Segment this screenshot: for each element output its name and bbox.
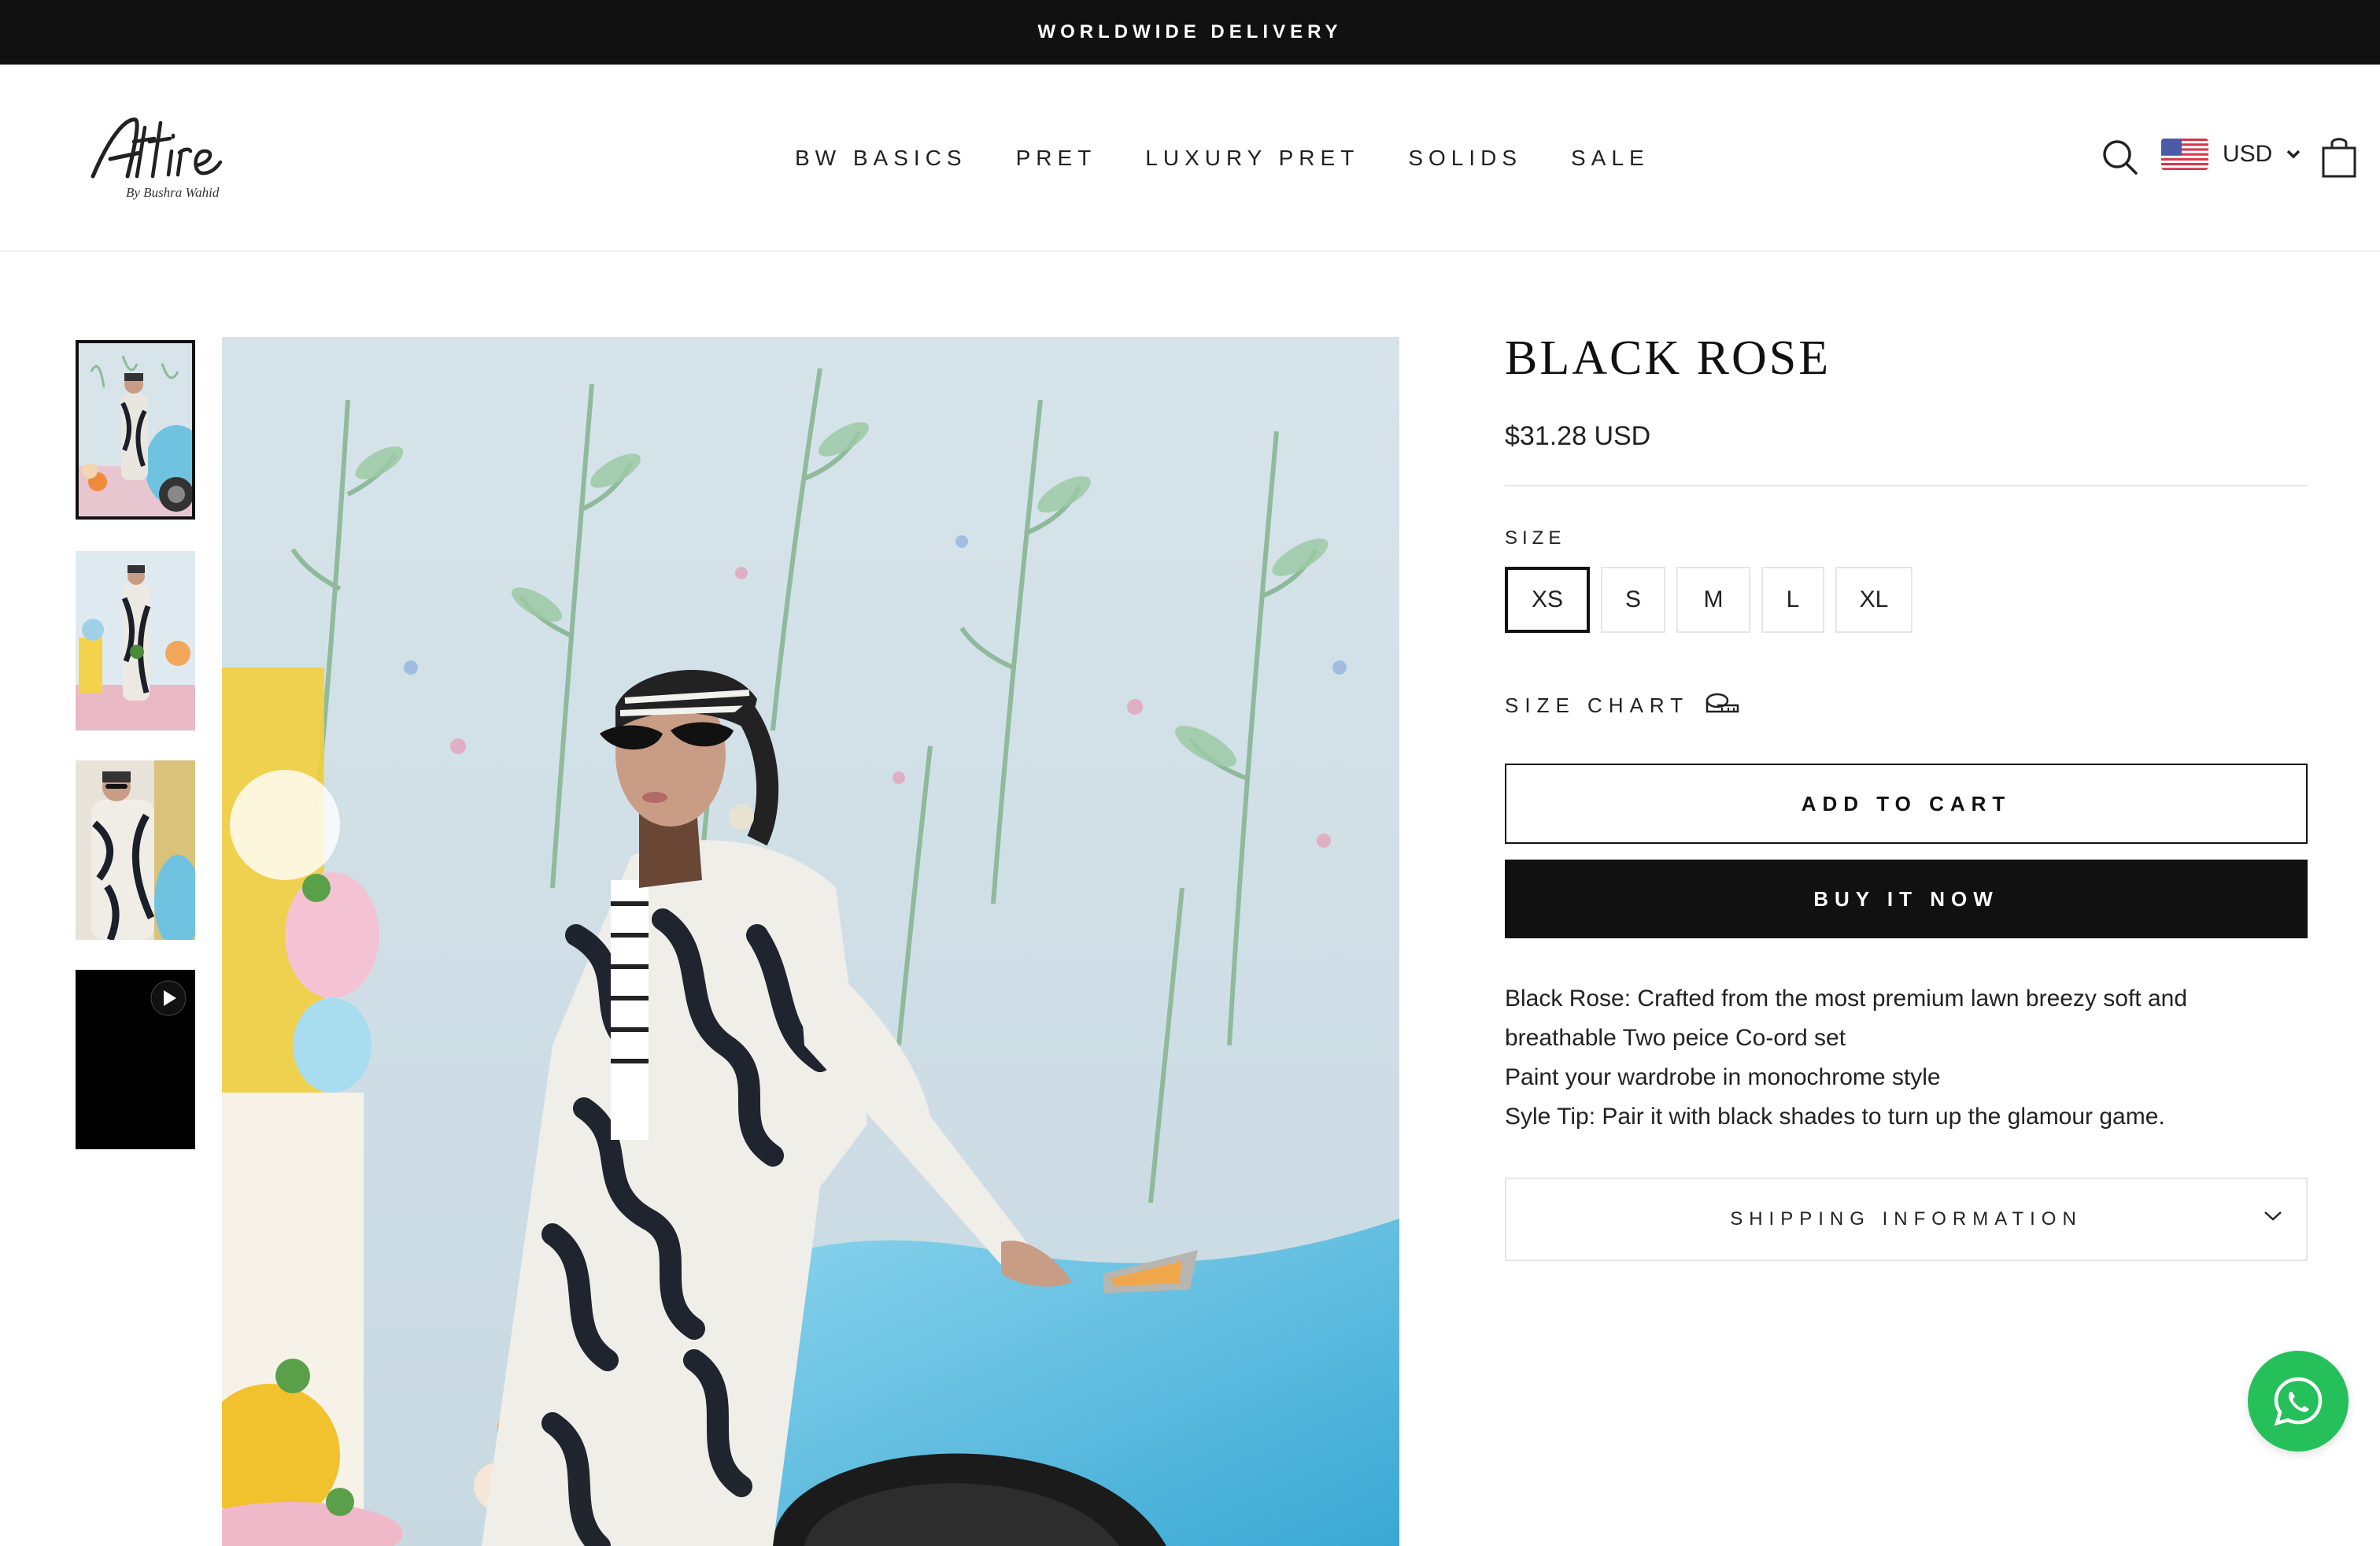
nav-item-bw-basics[interactable]: BW BASICS xyxy=(795,146,967,171)
add-to-cart-button[interactable]: ADD TO CART xyxy=(1505,764,2308,844)
thumbnail-photo-3[interactable] xyxy=(76,760,195,940)
site-header: By Bushra Wahid BW BASICS PRET LUXURY PR… xyxy=(0,65,2380,252)
size-label: SIZE xyxy=(1505,527,1566,549)
description-line: breathable Two peice Co-ord set xyxy=(1505,1025,1846,1051)
size-chart-label: SIZE CHART xyxy=(1505,693,1690,717)
size-option-xs[interactable]: XS xyxy=(1505,567,1590,633)
size-option-l[interactable]: L xyxy=(1761,567,1824,633)
whatsapp-button[interactable] xyxy=(2248,1351,2349,1452)
us-flag-icon xyxy=(2161,139,2208,170)
logo[interactable]: By Bushra Wahid xyxy=(79,104,228,206)
whatsapp-icon xyxy=(2274,1377,2323,1426)
product-description: Black Rose: Crafted from the most premiu… xyxy=(1505,979,2308,1137)
size-option-m[interactable]: M xyxy=(1676,567,1750,633)
size-chart-link[interactable]: SIZE CHART xyxy=(1505,691,2308,719)
nav-item-pret[interactable]: PRET xyxy=(1016,146,1097,171)
chevron-down-icon xyxy=(2287,150,2301,159)
nav-item-solids[interactable]: SOLIDS xyxy=(1408,146,1522,171)
shopping-bag-icon[interactable] xyxy=(2320,135,2358,179)
thumbnail-photo-2[interactable] xyxy=(76,551,195,730)
thumbnail-photo-1[interactable] xyxy=(76,340,195,520)
shipping-information-label: SHIPPING INFORMATION xyxy=(1730,1208,2082,1230)
description-line: Black Rose: Crafted from the most premiu… xyxy=(1505,986,2188,1012)
product-title: BLACK ROSE xyxy=(1505,331,1831,385)
shipping-information-accordion[interactable]: SHIPPING INFORMATION xyxy=(1505,1178,2308,1261)
size-option-xl[interactable]: XL xyxy=(1835,567,1913,633)
nav-item-sale[interactable]: SALE xyxy=(1571,146,1650,171)
thumbnail-video[interactable] xyxy=(76,970,195,1149)
nav-item-luxury-pret[interactable]: LUXURY PRET xyxy=(1145,146,1359,171)
description-line: Paint your wardrobe in monochrome style xyxy=(1505,1064,1941,1090)
description-line: Syle Tip: Pair it with black shades to t… xyxy=(1505,1104,2165,1130)
size-options: XS S M L XL xyxy=(1505,567,2308,633)
main-nav: BW BASICS PRET LUXURY PRET SOLIDS SALE xyxy=(795,65,1650,252)
divider xyxy=(1505,485,2308,486)
announcement-bar: WORLDWIDE DELIVERY xyxy=(0,0,2380,65)
currency-code: USD xyxy=(2223,141,2273,167)
size-option-s[interactable]: S xyxy=(1601,567,1665,633)
product-info: BLACK ROSE $31.28 USD SIZE XS S M L XL S… xyxy=(1505,331,2308,1261)
logo-subtext: By Bushra Wahid xyxy=(126,185,220,200)
currency-selector[interactable]: USD xyxy=(2161,139,2301,170)
buy-now-button[interactable]: BUY IT NOW xyxy=(1505,860,2308,938)
ruler-icon xyxy=(1706,693,1739,713)
product-price: $31.28 USD xyxy=(1505,421,1651,451)
announcement-text: WORLDWIDE DELIVERY xyxy=(1037,21,1343,43)
search-icon[interactable] xyxy=(2100,137,2141,178)
main-product-image[interactable] xyxy=(222,337,1399,1546)
chevron-down-icon xyxy=(2264,1211,2282,1221)
